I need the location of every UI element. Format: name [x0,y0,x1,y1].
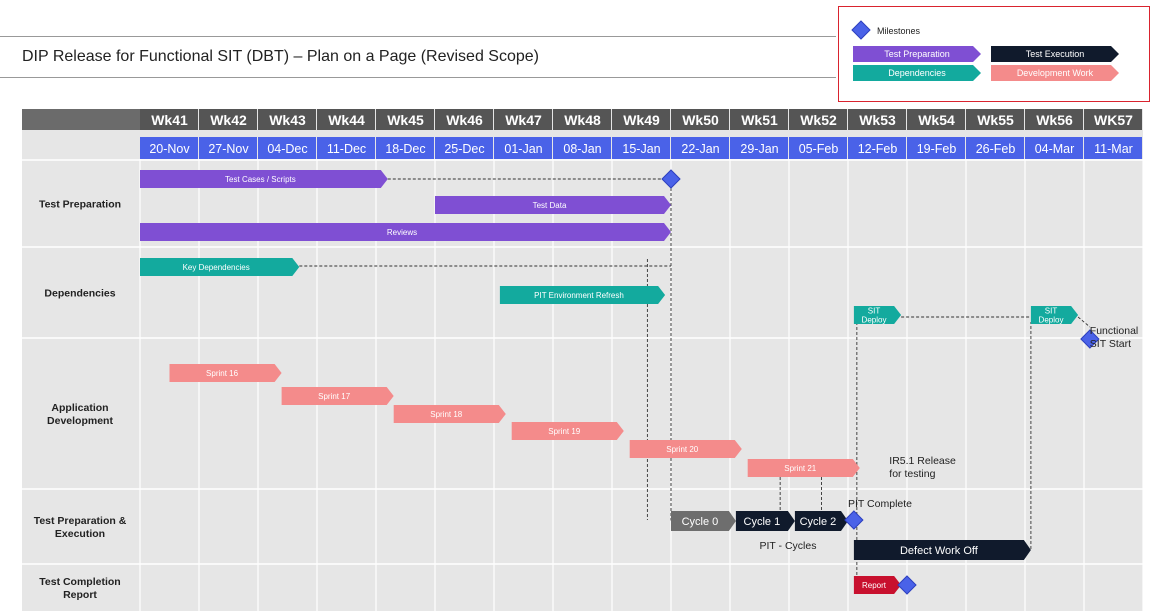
week-header-label: Wk52 [800,112,837,128]
task-label: Cycle 0 [682,516,719,528]
date-header-label: 19-Feb [917,142,957,156]
week-header-label: Wk47 [505,112,542,128]
lane-label: Dependencies [44,288,115,300]
date-header-label: 04-Dec [267,142,307,156]
week-header-label: Wk53 [859,112,896,128]
annotation-label: PIT Complete [848,498,912,510]
week-header-label: Wk46 [446,112,483,128]
task-label: Sprint 21 [784,464,817,473]
date-header-label: 25-Dec [444,142,484,156]
task-label: Sprint 17 [318,392,351,401]
task-label: Cycle 2 [800,516,837,528]
task-label: PIT Environment Refresh [534,291,624,300]
lane-label: Report [63,589,97,601]
date-header-label: 27-Nov [208,142,249,156]
annotation-label: PIT - Cycles [760,540,817,552]
lane-label: Test Preparation & [34,515,127,527]
task-label: Deploy [862,315,887,324]
week-header-label: Wk41 [151,112,188,128]
date-header-label: 11-Mar [1094,142,1133,156]
week-header-label: Wk48 [564,112,601,128]
task-label: SIT [1045,306,1058,315]
date-header-label: 12-Feb [858,142,898,156]
task-label: Sprint 18 [430,410,463,419]
task-label: Deploy [1039,315,1064,324]
task-label: Sprint 19 [548,427,581,436]
week-header-label: Wk44 [328,112,365,128]
task-label: Sprint 20 [666,445,699,454]
lane-label: Test Preparation [39,199,121,211]
week-header-label: Wk45 [387,112,424,128]
header-corner [22,109,140,130]
week-header-label: Wk49 [623,112,660,128]
week-header-label: Wk51 [741,112,778,128]
task-label: Test Data [533,201,567,210]
date-header-label: 04-Mar [1035,142,1075,156]
task-label: SIT [868,306,881,315]
task-label: Cycle 1 [744,516,781,528]
task-label: Report [862,581,887,590]
task-label: Test Cases / Scripts [225,175,296,184]
date-header-label: 05-Feb [799,142,839,156]
annotation-label: for testing [889,468,935,480]
date-header-label: 11-Dec [327,142,366,156]
lane-label: Application [51,402,108,414]
week-header-label: Wk55 [977,112,1014,128]
gantt-chart: Wk41 Wk42 Wk43 Wk44 Wk45 Wk46 Wk47 Wk48 Wk49 Wk50… [22,109,1144,611]
task-label: Reviews [387,228,417,237]
date-header-label: 18-Dec [385,142,425,156]
date-header-label: 08-Jan [563,142,601,156]
week-header-label: Wk56 [1036,112,1073,128]
task-label: Defect Work Off [900,545,979,557]
date-header-label: 29-Jan [740,142,778,156]
week-header-label: Wk50 [682,112,719,128]
week-header-label: WK57 [1094,112,1133,128]
date-header-label: 22-Jan [681,142,719,156]
date-header-label: 20-Nov [149,142,190,156]
lane-label: Test Completion [39,576,120,588]
week-header-label: Wk42 [210,112,247,128]
lane-label: Development [47,415,113,427]
week-header-label: Wk43 [269,112,306,128]
annotation-label: IR5.1 Release [889,455,956,467]
date-header-label: 01-Jan [504,142,542,156]
week-header-label: Wk54 [918,112,955,128]
date-header-label: 15-Jan [622,142,660,156]
lane-label: Execution [55,528,105,540]
task-label: Key Dependencies [183,263,250,272]
task-label: Sprint 16 [206,369,239,378]
date-header-label: 26-Feb [976,142,1016,156]
annotation-label: Functional [1090,325,1138,337]
annotation-label: SIT Start [1090,338,1131,350]
